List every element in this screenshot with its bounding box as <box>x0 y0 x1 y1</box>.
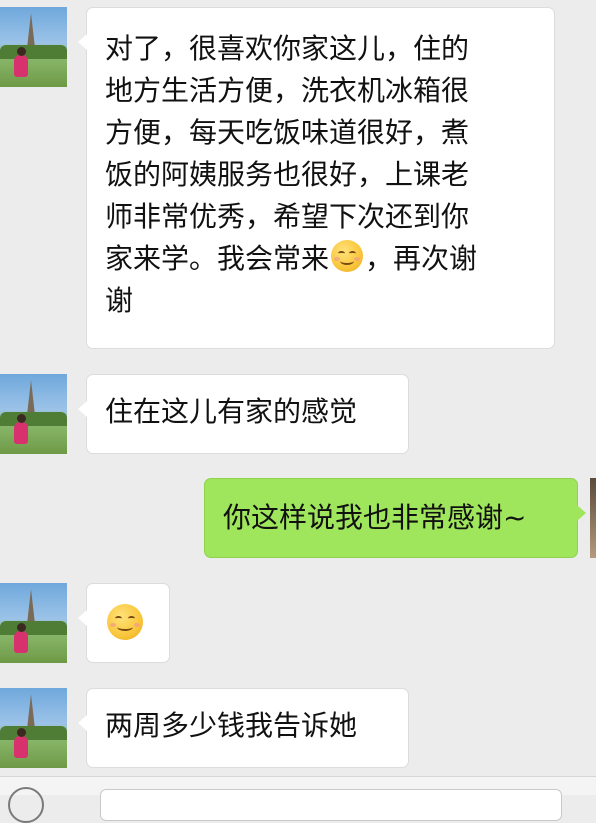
message-text: 你这样说我也非常感谢~ <box>223 501 527 534</box>
smile-emoji-icon <box>107 604 143 640</box>
contact-avatar[interactable] <box>0 583 67 663</box>
message-line: 师非常优秀，希望下次还到你 <box>105 200 470 233</box>
contact-avatar[interactable] <box>0 7 67 87</box>
message-bubble-incoming[interactable] <box>78 583 170 663</box>
own-avatar[interactable] <box>590 478 596 558</box>
message-line: 饭的阿姨服务也很好，上课老 <box>105 158 470 191</box>
trees-image <box>0 412 67 426</box>
person-image <box>14 414 28 444</box>
message-text: 住在这儿有家的感觉 <box>105 395 358 428</box>
message-bubble-outgoing[interactable]: 你这样说我也非常感谢~ <box>204 478 586 558</box>
contact-avatar[interactable] <box>0 374 67 454</box>
message-line: 方便，每天吃饭味道很好，煮 <box>105 116 470 149</box>
message-bubble-incoming[interactable]: 住在这儿有家的感觉 <box>78 374 409 454</box>
chat-thread[interactable]: 对了，很喜欢你家这儿，住的 地方生活方便，洗衣机冰箱很 方便，每天吃饭味道很好，… <box>0 0 596 823</box>
contact-avatar[interactable] <box>0 688 67 768</box>
message-line: 地方生活方便，洗衣机冰箱很 <box>105 74 470 107</box>
trees-image <box>0 45 67 59</box>
message-text: 家来学。我会常来 <box>105 242 330 275</box>
person-image <box>14 728 28 758</box>
smile-emoji-icon <box>331 240 364 272</box>
person-image <box>14 47 28 77</box>
trees-image <box>0 726 67 740</box>
person-image <box>14 623 28 653</box>
trees-image <box>0 621 67 635</box>
message-line: 对了，很喜欢你家这儿，住的 <box>105 32 470 65</box>
message-bubble-incoming[interactable]: 对了，很喜欢你家这儿，住的 地方生活方便，洗衣机冰箱很 方便，每天吃饭味道很好，… <box>78 7 555 349</box>
message-input-bar <box>0 776 596 823</box>
message-bubble-incoming[interactable]: 两周多少钱我告诉她 <box>78 688 409 768</box>
message-text: ，再次谢 <box>365 242 478 275</box>
message-line-with-emoji: 家来学。我会常来 ，再次谢 <box>105 238 536 280</box>
voice-input-icon[interactable] <box>8 787 44 823</box>
message-text: 两周多少钱我告诉她 <box>105 709 358 742</box>
message-line: 谢 <box>105 284 134 317</box>
